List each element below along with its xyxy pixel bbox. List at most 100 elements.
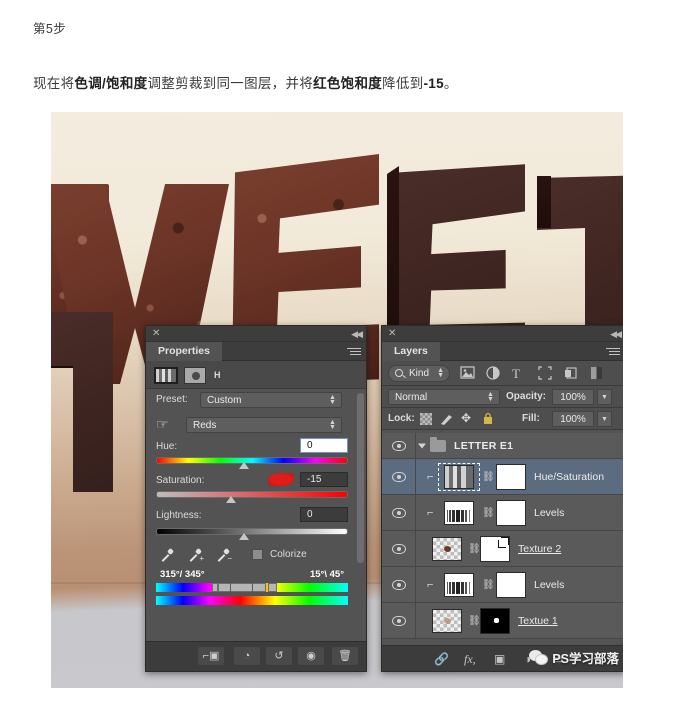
toggle-visibility-button[interactable]: ◉	[298, 647, 324, 665]
layer-row-hue-saturation[interactable]: ⌐ ⛓ Hue/Saturation	[382, 459, 623, 495]
link-mask-icon[interactable]: ⛓	[468, 614, 481, 627]
adjustment-filter-icon[interactable]	[486, 366, 502, 381]
link-mask-icon[interactable]: ⛓	[482, 470, 495, 483]
range-tick-1	[230, 583, 231, 592]
opacity-value-field[interactable]: 100%	[552, 389, 594, 405]
pixel-filter-icon[interactable]	[460, 366, 476, 381]
link-mask-icon[interactable]: ⛓	[468, 542, 481, 555]
layer-row-levels-2[interactable]: ⌐ ⛓ Levels	[382, 567, 623, 603]
close-icon[interactable]: ✕	[388, 328, 396, 340]
range-handle-span[interactable]	[218, 583, 266, 592]
layer-mask-thumbnail[interactable]	[480, 607, 510, 634]
preset-value: Custom	[207, 395, 242, 406]
eyedropper-icon[interactable]	[160, 548, 174, 562]
lock-transparent-pixels-icon[interactable]	[420, 413, 432, 425]
color-range-value: Reds	[193, 420, 217, 431]
color-range-handles[interactable]	[156, 583, 348, 592]
chevron-down-icon[interactable]	[418, 443, 426, 448]
saturation-input[interactable]: -15	[300, 472, 348, 487]
lock-position-icon[interactable]: ✥	[461, 412, 474, 425]
layer-mask-thumbnail[interactable]	[496, 499, 526, 526]
layers-titlebar[interactable]: ✕ ◀◀	[382, 326, 623, 342]
mask-filter-icon[interactable]	[590, 366, 606, 381]
hue-slider-track[interactable]	[156, 457, 348, 464]
lock-all-icon[interactable]	[482, 412, 494, 425]
hue-slider-thumb[interactable]	[239, 462, 249, 469]
visibility-icon[interactable]	[392, 440, 406, 451]
opacity-value: 100%	[560, 392, 586, 403]
layer-thumbnail[interactable]	[432, 536, 462, 561]
hue-saturation-icon[interactable]	[154, 367, 178, 384]
eyedropper-add-icon[interactable]: +	[188, 548, 204, 563]
visibility-icon[interactable]	[392, 543, 406, 554]
layer-row-levels-1[interactable]: ⌐ ⛓ Levels	[382, 495, 623, 531]
layer-mask-thumbnail-icon[interactable]	[184, 367, 206, 384]
link-mask-icon[interactable]: ⛓	[482, 506, 495, 519]
add-mask-icon[interactable]: ▣	[494, 652, 505, 666]
link-layers-icon[interactable]: 🔗	[434, 652, 449, 666]
layers-panel[interactable]: ✕ ◀◀ Layers Kind ▲ ▼ T Normal ▲ ▼ Opacit…	[381, 325, 623, 672]
collapse-icon[interactable]: ◀◀	[610, 328, 622, 340]
range-tick-2	[252, 583, 253, 592]
fill-dropdown-arrow[interactable]: ▼	[597, 411, 612, 427]
saturation-value: -15	[307, 474, 322, 485]
layer-row-texture-2[interactable]: ⛓ Texture 2	[382, 531, 623, 567]
adjustment-thumbnail[interactable]	[444, 464, 474, 489]
layer-thumbnail[interactable]	[432, 608, 462, 633]
opacity-dropdown-arrow[interactable]: ▼	[597, 389, 612, 405]
layer-row-group[interactable]: LETTER E1	[382, 433, 623, 459]
visibility-icon[interactable]	[392, 507, 406, 518]
layers-tabrow[interactable]: Layers	[382, 342, 623, 361]
tab-layers[interactable]: Layers	[382, 342, 440, 361]
link-mask-icon[interactable]: ⛓	[482, 578, 495, 591]
colorize-checkbox[interactable]	[252, 549, 263, 560]
saturation-slider-thumb[interactable]	[226, 496, 236, 503]
tab-properties[interactable]: Properties	[146, 342, 222, 361]
fill-value-field[interactable]: 100%	[552, 411, 594, 427]
collapse-icon[interactable]: ◀◀	[351, 328, 363, 340]
preset-select[interactable]: Custom ▲ ▼	[200, 392, 342, 408]
layer-style-icon[interactable]: fx,	[464, 652, 476, 667]
close-icon[interactable]: ✕	[152, 328, 160, 340]
panel-menu-icon[interactable]	[347, 346, 361, 357]
reset-button[interactable]: ↺	[266, 647, 292, 665]
properties-panel[interactable]: ✕ ◀◀ Properties H Preset: Custom ▲ ▼ ☞ R…	[145, 325, 367, 672]
eyedropper-subtract-icon[interactable]: −	[216, 548, 232, 563]
wechat-icon	[529, 650, 549, 665]
clip-to-layer-button[interactable]: ⌐▣	[198, 647, 224, 665]
previous-state-button[interactable]: ◔	[234, 647, 260, 665]
delete-adjustment-button[interactable]: 🗑	[332, 647, 358, 665]
saturation-slider-track[interactable]	[156, 491, 348, 498]
levels-thumbnail[interactable]	[444, 572, 474, 597]
visibility-icon[interactable]	[392, 615, 406, 626]
visibility-icon[interactable]	[392, 471, 406, 482]
layer-mask-thumbnail[interactable]	[496, 571, 526, 598]
hue-input[interactable]: 0	[300, 438, 348, 453]
type-filter-icon[interactable]: T	[512, 366, 528, 381]
shape-filter-icon[interactable]	[538, 366, 554, 381]
on-image-adjust-icon[interactable]: ☞	[156, 416, 174, 433]
properties-tabrow[interactable]: Properties	[146, 342, 366, 361]
lock-image-pixels-icon[interactable]	[440, 413, 453, 425]
panel-menu-icon[interactable]	[606, 346, 620, 357]
layer-mask-thumbnail[interactable]	[496, 463, 526, 490]
step-label: 第5步	[33, 22, 67, 36]
blend-mode-select[interactable]: Normal ▲ ▼	[388, 389, 500, 405]
smart-object-thumbnail[interactable]	[480, 535, 510, 562]
color-range-select[interactable]: Reds ▲ ▼	[186, 417, 342, 433]
lightness-value: 0	[307, 509, 313, 520]
lightness-slider-track[interactable]	[156, 528, 348, 535]
lightness-input[interactable]: 0	[300, 507, 348, 522]
smart-object-filter-icon[interactable]	[564, 366, 580, 381]
properties-icon-row: H	[146, 361, 366, 389]
layer-list[interactable]: LETTER E1 ⌐ ⛓ Hue/Saturation ⌐ ⛓ Levels …	[382, 433, 623, 645]
layer-row-texture-1[interactable]: ⛓ Textue 1	[382, 603, 623, 639]
levels-thumbnail[interactable]	[444, 500, 474, 525]
properties-titlebar[interactable]: ✕ ◀◀	[146, 326, 366, 342]
range-handle-right-outer[interactable]	[268, 583, 277, 592]
filter-kind-select[interactable]: Kind ▲ ▼	[388, 365, 450, 382]
blend-mode-row: Normal ▲ ▼ Opacity: 100% ▼	[382, 386, 623, 408]
lightness-slider-thumb[interactable]	[239, 533, 249, 540]
chevron-updown-icon: ▲ ▼	[437, 367, 444, 379]
visibility-icon[interactable]	[392, 579, 406, 590]
